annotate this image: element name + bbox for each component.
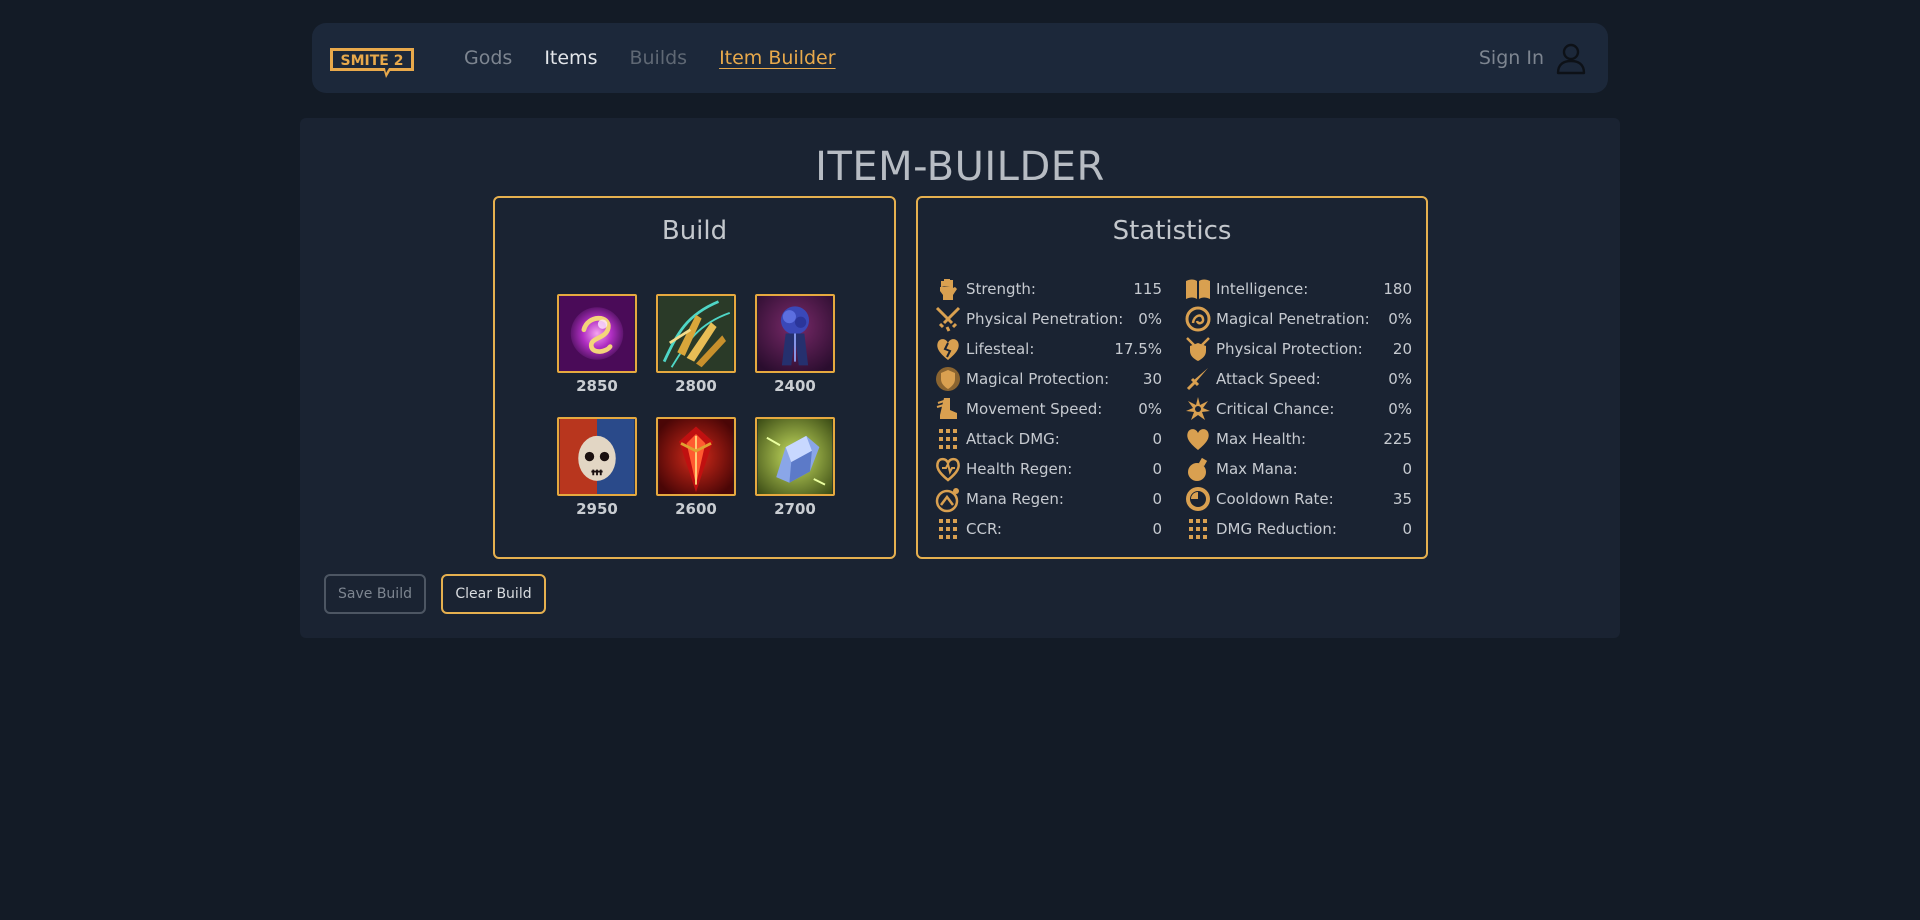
broken-heart-icon [937, 339, 959, 360]
sign-in-label: Sign In [1478, 47, 1544, 69]
stat-row-magical-penetration: Magical Penetration: 0% [1184, 304, 1412, 334]
top-navbar: SMITE 2 Gods Items Builds Item Builder S… [312, 23, 1608, 93]
stat-row-movement-speed: Movement Speed: 0% [934, 394, 1162, 424]
stat-row-attack-dmg: Attack DMG: 0 [934, 424, 1162, 454]
stat-row-mana-regen: Mana Regen: 0 [934, 484, 1162, 514]
sword-icon [1186, 368, 1208, 391]
item-cost: 2700 [774, 500, 816, 518]
stat-row-ccr: CCR: 0 [934, 514, 1162, 544]
stat-row-attack-speed: Attack Speed: 0% [1184, 364, 1412, 394]
item-cost: 2600 [675, 500, 717, 518]
stat-row-critical-chance: Critical Chance: 0% [1184, 394, 1412, 424]
crossed-swords-icon [935, 306, 961, 332]
crystal-gauntlet-item-icon[interactable] [755, 417, 835, 496]
item-cost: 2850 [576, 377, 618, 395]
mana-regen-icon [935, 488, 959, 513]
statistics-box: Statistics Strength: 115 Physical Penetr… [916, 196, 1428, 559]
heart-icon [1187, 429, 1209, 450]
stats-column-left: Strength: 115 Physical Penetration: 0% L… [934, 274, 1162, 544]
item-cost: 2400 [774, 377, 816, 395]
star-burst-icon [1186, 397, 1210, 420]
golden-claw-item-icon[interactable] [656, 294, 736, 373]
red-blade-item-icon[interactable] [656, 417, 736, 496]
stat-row-cooldown-rate: Cooldown Rate: 35 [1184, 484, 1412, 514]
stat-row-physical-penetration: Physical Penetration: 0% [934, 304, 1162, 334]
fist-icon [940, 279, 957, 300]
dots-grid-icon [939, 519, 957, 539]
item-cost: 2950 [576, 500, 618, 518]
build-slot-5[interactable]: 2600 [656, 417, 736, 518]
stat-row-lifesteal: Lifesteal: 17.5% [934, 334, 1162, 364]
heart-regen-icon [936, 457, 960, 482]
clock-icon [1186, 487, 1210, 511]
nav-link-builds[interactable]: Builds [629, 47, 687, 69]
stat-row-dmg-reduction: DMG Reduction: 0 [1184, 514, 1412, 544]
winged-boot-icon [936, 398, 957, 419]
stat-row-max-health: Max Health: 225 [1184, 424, 1412, 454]
build-slot-4[interactable]: 2950 [557, 417, 637, 518]
clear-build-button[interactable]: Clear Build [441, 574, 546, 614]
stat-row-health-regen: Health Regen: 0 [934, 454, 1162, 484]
dots-grid-icon [939, 429, 957, 449]
potion-icon [1188, 457, 1208, 481]
save-build-button[interactable]: Save Build [324, 574, 426, 614]
stat-row-physical-protection: Physical Protection: 20 [1184, 334, 1412, 364]
sign-in-button[interactable]: Sign In [1479, 41, 1588, 75]
stat-row-strength: Strength: 115 [934, 274, 1162, 304]
nav-link-items[interactable]: Items [544, 47, 597, 69]
stat-row-magical-protection: Magical Protection: 30 [934, 364, 1162, 394]
build-title: Build [661, 216, 728, 246]
magic-shield-icon [936, 367, 960, 391]
build-slot-3[interactable]: 2400 [755, 294, 835, 395]
statistics-title: Statistics [1112, 216, 1232, 246]
build-slot-6[interactable]: 2700 [755, 417, 835, 518]
logo-text: SMITE 2 [341, 53, 404, 69]
nav-link-item-builder[interactable]: Item Builder [719, 47, 836, 69]
build-box: Build 2850 2800 2400 2950 2600 2700 [493, 196, 896, 559]
build-slot-1[interactable]: 2850 [557, 294, 637, 395]
smite-logo[interactable]: SMITE 2 [328, 45, 418, 79]
stat-row-max-mana: Max Mana: 0 [1184, 454, 1412, 484]
book-icon [1186, 279, 1210, 299]
item-builder-panel: ITEM-BUILDER Build 2850 2800 2400 2950 2… [300, 118, 1620, 638]
skull-mask-item-icon[interactable] [557, 417, 637, 496]
nav-link-gods[interactable]: Gods [464, 47, 512, 69]
blue-rose-item-icon[interactable] [755, 294, 835, 373]
nav-links: Gods Items Builds Item Builder [464, 47, 868, 69]
user-icon [1556, 43, 1586, 75]
stat-row-intelligence: Intelligence: 180 [1184, 274, 1412, 304]
shield-swords-icon [1186, 337, 1210, 361]
purple-orb-item-icon[interactable] [557, 294, 637, 373]
dots-grid-icon [1189, 519, 1207, 539]
magic-pen-icon [1185, 306, 1211, 332]
build-slot-2[interactable]: 2800 [656, 294, 736, 395]
stats-column-right: Intelligence: 180 Magical Penetration: 0… [1184, 274, 1412, 544]
page-title: ITEM-BUILDER [815, 144, 1105, 190]
item-cost: 2800 [675, 377, 717, 395]
